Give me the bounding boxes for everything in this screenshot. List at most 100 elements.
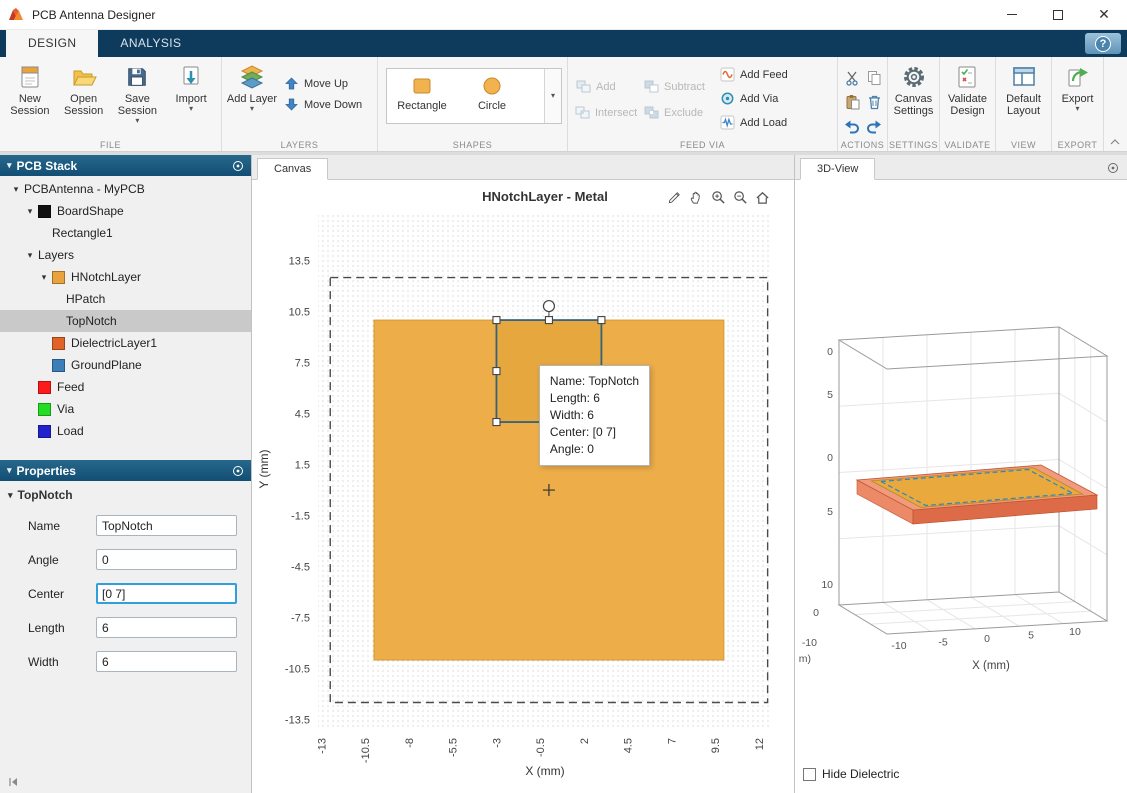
help-button[interactable]: ?: [1085, 33, 1121, 54]
tree-item-dielectriclayer1[interactable]: DielectricLayer1: [0, 332, 251, 354]
x3d-tick-label: -10: [891, 640, 906, 652]
y-tick-label: 4.5: [295, 409, 310, 421]
add-load-button[interactable]: Add Load: [715, 113, 811, 132]
tab-3d-view[interactable]: 3D-View: [800, 158, 876, 180]
z-tick-label: 0: [827, 452, 833, 464]
x-tick-label: -10.5: [360, 738, 372, 763]
view3d-plot[interactable]: 0 5 0 5 10 -10 -5 0 5 10 0 -10 m) X (mm): [795, 180, 1126, 793]
collapse-ribbon-button[interactable]: [1110, 139, 1120, 145]
tree-item-load[interactable]: Load: [0, 420, 251, 442]
save-session-button[interactable]: Save Session ▾: [111, 61, 165, 125]
expander-icon[interactable]: ▾: [8, 184, 24, 195]
move-down-button[interactable]: Move Down: [279, 96, 366, 113]
export-button[interactable]: Export ▾: [1055, 61, 1100, 113]
ribbon-section-actions: ACTIONS: [838, 57, 888, 151]
prop-input-length[interactable]: [96, 617, 237, 638]
resize-handle[interactable]: [492, 316, 501, 325]
new-session-icon: [17, 63, 43, 91]
tree-item-via[interactable]: Via: [0, 398, 251, 420]
tooltip-line: Width: 6: [549, 408, 594, 423]
zoom-in-icon[interactable]: [711, 190, 726, 205]
tree-item-pcbantenna-mypcb[interactable]: ▾ PCBAntenna - MyPCB: [0, 178, 251, 200]
tree-item-hnotchlayer[interactable]: ▾ HNotchLayer: [0, 266, 251, 288]
pan-hand-icon[interactable]: [689, 190, 704, 205]
close-button[interactable]: ✕: [1081, 0, 1127, 29]
properties-group-row[interactable]: ▾ TopNotch: [0, 481, 251, 502]
add-layer-button[interactable]: Add Layer ▾: [225, 61, 279, 113]
cut-button[interactable]: [844, 70, 860, 86]
tab-design[interactable]: DESIGN: [6, 30, 99, 57]
boolean-subtract-button[interactable]: Subtract: [639, 78, 715, 95]
expander-icon[interactable]: ▾: [36, 272, 52, 283]
boolean-exclude-button[interactable]: Exclude: [639, 104, 715, 121]
resize-handle[interactable]: [492, 367, 501, 376]
boolean-add-button[interactable]: Add: [571, 78, 639, 95]
y-tick-label: -13.5: [285, 715, 310, 727]
expander-icon[interactable]: ▾: [22, 250, 38, 261]
prop-input-center[interactable]: [96, 583, 237, 604]
add-feed-button[interactable]: Add Feed: [715, 65, 811, 84]
edit-shape-icon[interactable]: [667, 190, 682, 205]
resize-handle[interactable]: [492, 418, 501, 427]
canvas-settings-button[interactable]: Canvas Settings: [891, 61, 936, 117]
properties-header[interactable]: ▾ Properties: [0, 460, 251, 481]
tree-item-topnotch[interactable]: TopNotch: [0, 310, 251, 332]
x-tick-label: 9.5: [710, 738, 722, 753]
move-up-button[interactable]: Move Up: [279, 75, 366, 92]
boolean-intersect-label: Intersect: [595, 106, 638, 119]
tree-item-groundplane[interactable]: GroundPlane: [0, 354, 251, 376]
undo-button[interactable]: [844, 118, 860, 134]
ribbon-toolstrip: New Session Open Session Save Session ▾: [0, 57, 1127, 152]
panel-options-icon[interactable]: [232, 465, 244, 477]
tooltip-line: Angle: 0: [549, 442, 594, 457]
collapse-arrow-icon[interactable]: ▾: [7, 465, 12, 476]
collapse-arrow-icon[interactable]: ▾: [8, 490, 13, 501]
tree-item-hpatch[interactable]: HPatch: [0, 288, 251, 310]
collapse-left-panel-button[interactable]: [7, 776, 19, 788]
dropdown-caret-icon: ▾: [249, 104, 254, 113]
layer-color-icon: [38, 402, 51, 416]
expander-icon[interactable]: ▾: [22, 206, 38, 217]
prop-input-width[interactable]: [96, 651, 237, 672]
prop-input-angle[interactable]: [96, 549, 237, 570]
panel-options-icon[interactable]: [1107, 162, 1119, 174]
import-button[interactable]: Import ▾: [164, 61, 218, 125]
minimize-button[interactable]: [989, 0, 1035, 29]
rectangle-shape-button[interactable]: Rectangle: [387, 69, 457, 123]
resize-handle[interactable]: [597, 316, 606, 325]
resize-handle[interactable]: [544, 316, 553, 325]
new-session-button[interactable]: New Session: [3, 61, 57, 125]
panel-options-icon[interactable]: [232, 160, 244, 172]
tree-item-label: BoardShape: [57, 204, 124, 218]
tree-item-boardshape[interactable]: ▾ BoardShape: [0, 200, 251, 222]
copy-button[interactable]: [867, 70, 882, 86]
tab-canvas[interactable]: Canvas: [257, 158, 329, 180]
canvas-plot: 13.510.57.54.51.5-1.5-4.5-7.5-10.5-13.5-…: [285, 213, 772, 763]
shapes-gallery-expand-button[interactable]: ▾: [544, 69, 561, 123]
prop-input-name[interactable]: [96, 515, 237, 536]
maximize-button[interactable]: [1035, 0, 1081, 29]
tree-item-rectangle1[interactable]: Rectangle1: [0, 222, 251, 244]
pcb-stack-header[interactable]: ▾ PCB Stack: [0, 155, 251, 176]
tree-item-label: Load: [57, 424, 84, 438]
delete-button[interactable]: [867, 94, 882, 110]
home-view-icon[interactable]: [755, 190, 770, 205]
circle-shape-button[interactable]: Circle: [457, 69, 527, 123]
default-layout-button[interactable]: Default Layout: [999, 61, 1048, 117]
boolean-add-icon: [575, 80, 591, 93]
paste-button[interactable]: [845, 94, 860, 110]
hide-dielectric-checkbox[interactable]: [803, 767, 816, 781]
add-via-button[interactable]: Add Via: [715, 89, 811, 108]
boolean-intersect-button[interactable]: Intersect: [571, 104, 639, 121]
open-session-button[interactable]: Open Session: [57, 61, 111, 125]
tab-analysis[interactable]: ANALYSIS: [98, 30, 203, 57]
tree-item-layers[interactable]: ▾ Layers: [0, 244, 251, 266]
tree-item-feed[interactable]: Feed: [0, 376, 251, 398]
rotate-handle[interactable]: [542, 299, 556, 313]
zoom-out-icon[interactable]: [733, 190, 748, 205]
redo-button[interactable]: [866, 118, 882, 134]
collapse-arrow-icon[interactable]: ▾: [7, 160, 12, 171]
layer-color-icon: [38, 380, 51, 394]
move-down-label: Move Down: [304, 98, 363, 111]
validate-design-button[interactable]: Validate Design: [943, 61, 992, 117]
